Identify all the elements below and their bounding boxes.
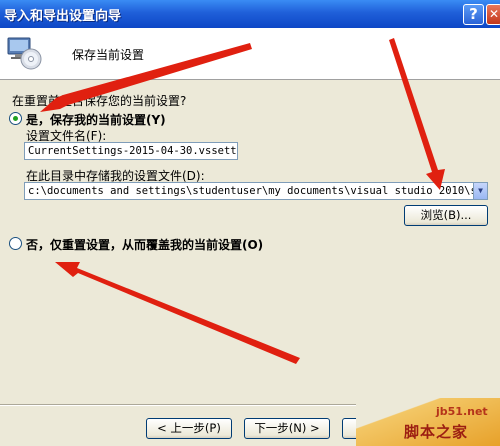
- page-title: 保存当前设置: [72, 48, 145, 62]
- reset-settings-radio[interactable]: [9, 237, 22, 250]
- help-button[interactable]: ?: [463, 4, 484, 25]
- watermark-name: 脚本之家: [404, 423, 469, 441]
- window-title: 导入和导出设置向导: [4, 9, 122, 24]
- filename-input[interactable]: CurrentSettings-2015-04-30.vssettings: [24, 142, 238, 160]
- save-question: 在重置前是否保存您的当前设置?: [12, 94, 187, 108]
- next-button[interactable]: 下一步(N) >: [244, 418, 330, 439]
- reset-settings-label[interactable]: 否，仅重置设置，从而覆盖我的当前设置(O): [26, 236, 263, 253]
- annotation-arrow-to-reset-option: [55, 262, 300, 364]
- save-settings-radio[interactable]: [9, 112, 22, 125]
- previous-button[interactable]: < 上一步(P): [146, 418, 232, 439]
- wizard-header: 保存当前设置: [0, 28, 500, 80]
- cd-settings-icon: [7, 37, 42, 70]
- close-button[interactable]: ✕: [486, 4, 500, 25]
- directory-combobox[interactable]: c:\documents and settings\studentuser\my…: [24, 182, 488, 200]
- chevron-down-icon[interactable]: ▼: [473, 183, 487, 199]
- browse-button[interactable]: 浏览(B)...: [404, 205, 488, 226]
- save-settings-label[interactable]: 是，保存我的当前设置(Y): [26, 111, 166, 128]
- title-bar: 导入和导出设置向导 ? ✕: [0, 0, 500, 28]
- watermark-site: jb51.net: [436, 405, 488, 418]
- directory-value: c:\documents and settings\studentuser\my…: [28, 185, 488, 197]
